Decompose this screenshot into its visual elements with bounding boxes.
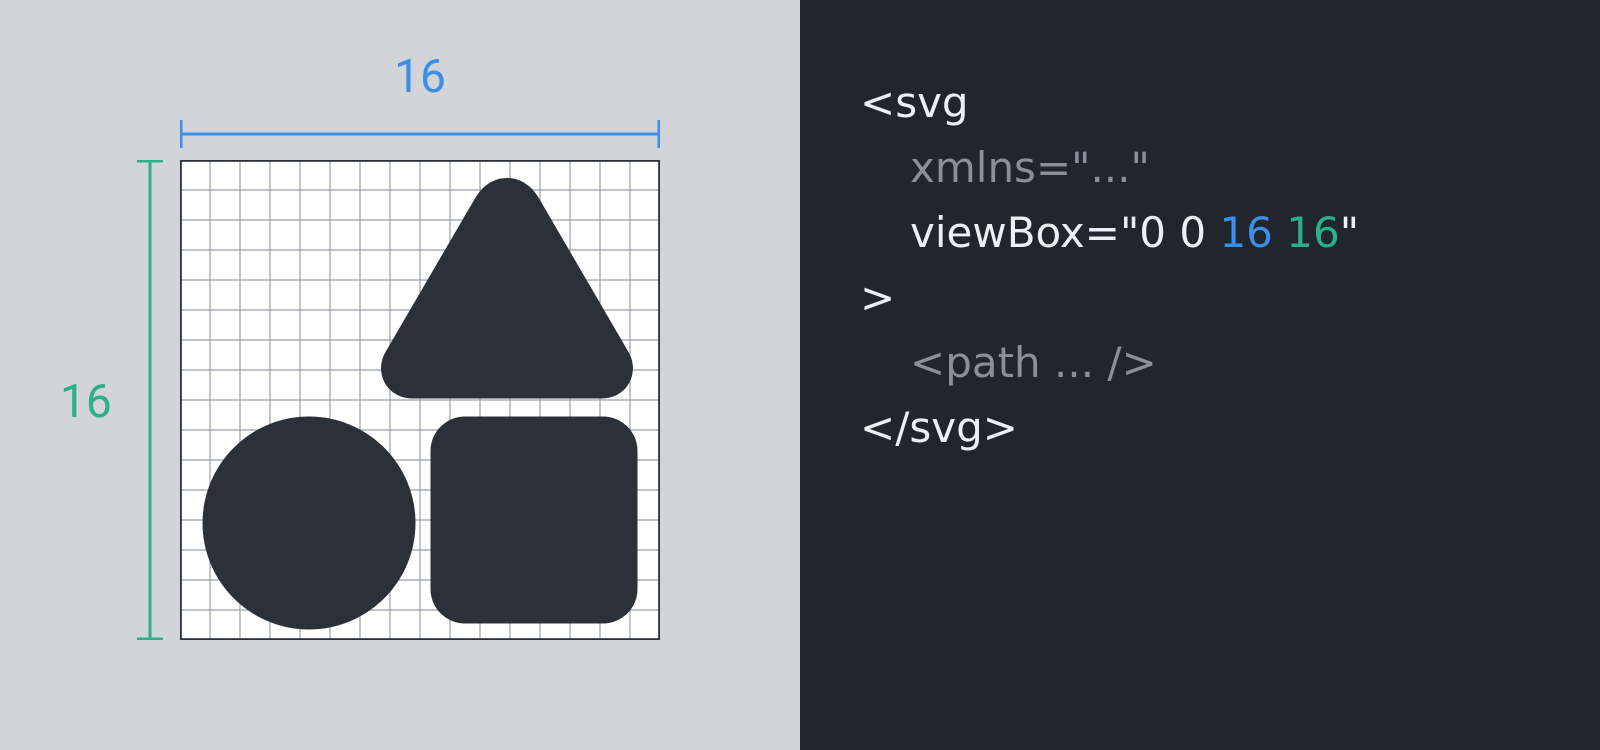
code-open-tag: <svg (860, 70, 1540, 135)
code-viewbox-prefix: viewBox="0 0 (910, 208, 1219, 257)
code-viewbox-width: 16 (1219, 208, 1272, 257)
height-dimension-line (135, 160, 165, 640)
width-dimension-line (180, 120, 660, 150)
width-dimension-label: 16 (180, 50, 660, 104)
grid-svg (180, 160, 660, 640)
code-xmlns: xmlns="..." (860, 135, 1540, 200)
code-close-tag: </svg> (860, 395, 1540, 460)
code-path: <path ... /> (860, 330, 1540, 395)
code-open-close: > (860, 265, 1540, 330)
code-viewbox-sep (1273, 208, 1286, 257)
height-value: 16 (60, 375, 112, 429)
illustration-panel: 16 16 (0, 0, 800, 750)
square-icon (431, 417, 638, 624)
diagram-container: 16 16 (0, 0, 1600, 750)
circle-icon (203, 417, 416, 630)
code-viewbox: viewBox="0 0 16 16" (860, 200, 1540, 265)
code-viewbox-height: 16 (1286, 208, 1339, 257)
icon-grid (180, 160, 660, 640)
code-panel: <svg xmlns="..." viewBox="0 0 16 16" > <… (800, 0, 1600, 750)
height-dimension-label: 16 (60, 375, 112, 429)
width-value: 16 (394, 50, 446, 104)
code-viewbox-suffix: " (1340, 208, 1359, 257)
